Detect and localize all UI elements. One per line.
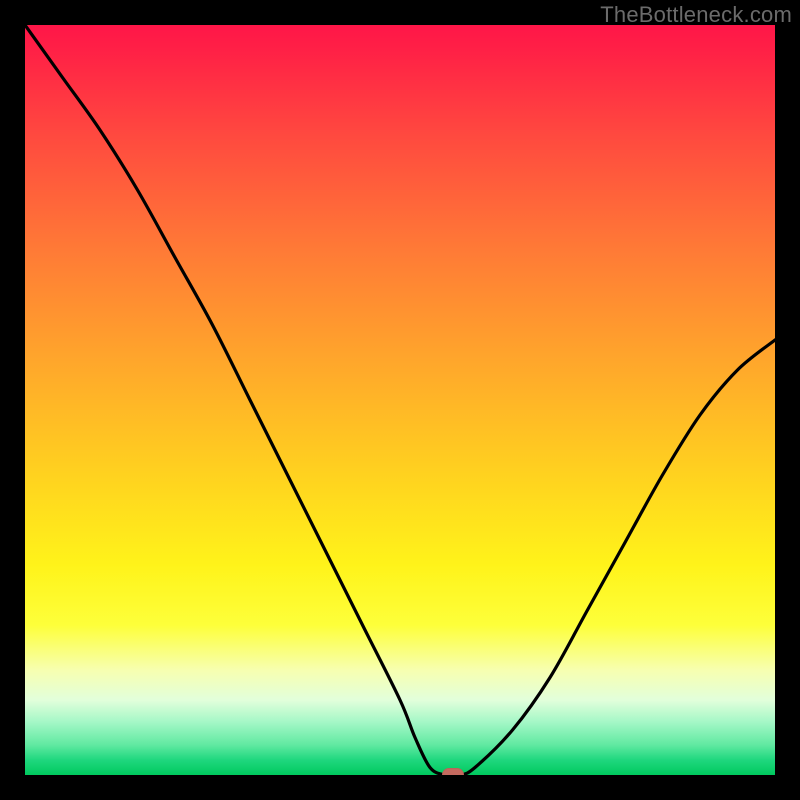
optimum-marker bbox=[442, 768, 464, 775]
curve-path bbox=[25, 25, 775, 775]
chart-frame: TheBottleneck.com bbox=[0, 0, 800, 800]
bottleneck-curve bbox=[25, 25, 775, 775]
watermark-label: TheBottleneck.com bbox=[600, 2, 792, 28]
plot-area bbox=[25, 25, 775, 775]
